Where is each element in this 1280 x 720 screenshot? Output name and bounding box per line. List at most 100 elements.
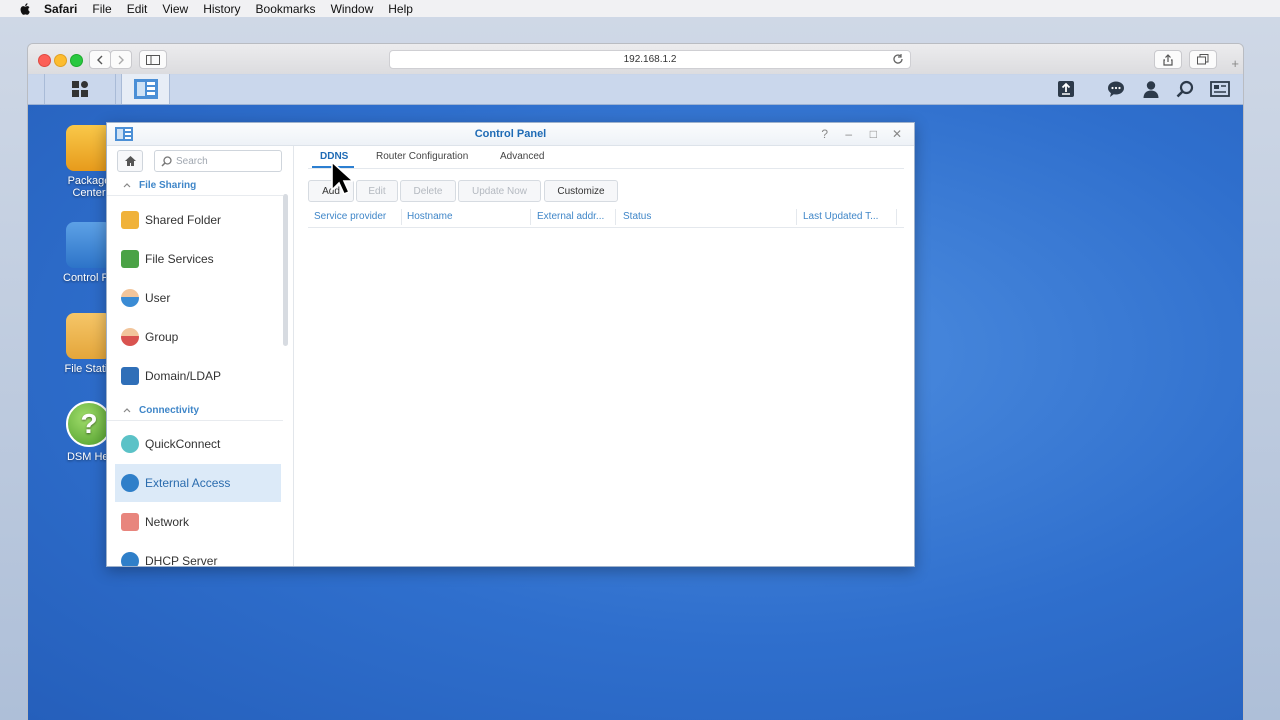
mouse-cursor-icon xyxy=(331,161,353,195)
sidebar-item-quickconnect[interactable]: QuickConnect xyxy=(115,425,281,463)
apple-icon[interactable] xyxy=(17,2,33,15)
search-input[interactable]: Search xyxy=(154,150,282,172)
sidebar-item-file-services[interactable]: File Services xyxy=(115,240,281,278)
back-button[interactable] xyxy=(89,50,111,69)
menu-edit[interactable]: Edit xyxy=(127,2,148,16)
menu-app-name[interactable]: Safari xyxy=(44,2,77,16)
menu-help[interactable]: Help xyxy=(388,2,413,16)
file-services-icon xyxy=(121,250,139,268)
sidebar-item-label: Group xyxy=(145,330,179,344)
globe-icon xyxy=(121,474,139,492)
column-status[interactable]: Status xyxy=(623,211,651,222)
sidebar-item-dhcp-server[interactable]: DHCP Server xyxy=(115,542,281,566)
network-icon xyxy=(121,513,139,531)
sidebar-toggle-button[interactable] xyxy=(139,50,167,69)
desktop-icon-label: DSM Hel xyxy=(66,451,111,463)
chat-icon[interactable] xyxy=(1107,80,1125,98)
desktop-icon-label: Package Center xyxy=(67,175,111,199)
section-label: File Sharing xyxy=(139,179,197,191)
window-minimize-icon[interactable]: – xyxy=(845,123,852,145)
forward-button[interactable] xyxy=(110,50,132,69)
section-connectivity[interactable]: Connectivity xyxy=(107,400,283,421)
tab-advanced[interactable]: Advanced xyxy=(500,151,544,162)
menu-window[interactable]: Window xyxy=(331,2,374,16)
control-panel-icon xyxy=(115,127,133,141)
section-file-sharing[interactable]: File Sharing xyxy=(107,175,283,196)
menu-file[interactable]: File xyxy=(92,2,111,16)
user-icon xyxy=(121,289,139,307)
search-placeholder: Search xyxy=(176,155,208,167)
dhcp-server-icon xyxy=(121,552,139,566)
column-last-updated[interactable]: Last Updated T... xyxy=(803,211,878,222)
search-icon xyxy=(161,155,172,167)
tabs-overview-button[interactable] xyxy=(1189,50,1217,69)
sidebar-item-shared-folder[interactable]: Shared Folder xyxy=(115,201,281,239)
control-panel-titlebar[interactable]: Control Panel ? – □ ✕ xyxy=(107,123,914,146)
sidebar-item-label: DHCP Server xyxy=(145,554,218,566)
taskbar-control-panel[interactable] xyxy=(121,74,170,104)
window-maximize-icon[interactable]: □ xyxy=(870,123,877,145)
shared-folder-icon xyxy=(121,211,139,229)
sidebar-scrollbar[interactable] xyxy=(283,194,288,346)
search-icon[interactable] xyxy=(1176,80,1194,98)
chevron-up-icon xyxy=(123,408,131,413)
sidebar-item-external-access[interactable]: External Access xyxy=(115,464,281,502)
sidebar-item-network[interactable]: Network xyxy=(115,503,281,541)
window-title: Control Panel xyxy=(474,128,547,140)
chevron-left-icon xyxy=(97,55,103,64)
close-window-button[interactable] xyxy=(38,54,51,67)
column-hostname[interactable]: Hostname xyxy=(407,211,453,222)
tab-router-configuration[interactable]: Router Configuration xyxy=(376,151,468,162)
column-divider xyxy=(401,209,402,225)
window-close-icon[interactable]: ✕ xyxy=(892,123,902,145)
menu-view[interactable]: View xyxy=(162,2,188,16)
sidebar-item-label: File Services xyxy=(145,252,214,266)
menu-history[interactable]: History xyxy=(203,2,240,16)
sidebar-item-label: Network xyxy=(145,515,190,529)
customize-button[interactable]: Customize xyxy=(544,180,618,202)
reload-icon[interactable] xyxy=(892,53,904,65)
tab-bar: DDNS Router Configuration Advanced xyxy=(308,146,904,169)
url-text: 192.168.1.2 xyxy=(623,54,677,65)
column-divider xyxy=(796,209,797,225)
window-help-icon[interactable]: ? xyxy=(821,123,828,145)
chevron-up-icon xyxy=(123,183,131,188)
dsm-taskbar xyxy=(28,74,1243,105)
column-divider xyxy=(530,209,531,225)
sidebar-item-label: External Access xyxy=(145,476,231,490)
sidebar-item-label: Shared Folder xyxy=(145,213,222,227)
chevron-right-icon xyxy=(118,55,124,64)
grid-menu-icon xyxy=(72,81,88,97)
user-icon[interactable] xyxy=(1142,80,1160,98)
sidebar-item-group[interactable]: Group xyxy=(115,318,281,356)
section-label: Connectivity xyxy=(139,404,200,416)
update-now-button[interactable]: Update Now xyxy=(458,180,541,202)
delete-button[interactable]: Delete xyxy=(400,180,456,202)
new-tab-plus-icon[interactable]: + xyxy=(1231,56,1239,71)
sidebar-icon xyxy=(146,54,160,65)
upload-icon[interactable] xyxy=(1057,80,1075,98)
address-bar[interactable]: 192.168.1.2 xyxy=(389,50,911,69)
zoom-window-button[interactable] xyxy=(70,54,83,67)
control-panel-window: Control Panel ? – □ ✕ Search File Sharin… xyxy=(106,122,915,567)
sidebar-item-label: QuickConnect xyxy=(145,437,221,451)
tabs-icon xyxy=(1197,54,1209,65)
sidebar-item-domain-ldap[interactable]: Domain/LDAP xyxy=(115,357,281,395)
share-button[interactable] xyxy=(1154,50,1182,69)
minimize-window-button[interactable] xyxy=(54,54,67,67)
control-panel-main: DDNS Router Configuration Advanced Add E… xyxy=(294,146,914,566)
column-service-provider[interactable]: Service provider xyxy=(314,211,386,222)
menu-bookmarks[interactable]: Bookmarks xyxy=(256,2,316,16)
home-button[interactable] xyxy=(117,150,143,172)
sidebar-item-label: User xyxy=(145,291,171,305)
edit-button[interactable]: Edit xyxy=(356,180,398,202)
home-icon xyxy=(124,156,136,166)
sidebar-item-user[interactable]: User xyxy=(115,279,281,317)
safari-window: 192.168.1.2 + Package Center Control Pa … xyxy=(28,44,1243,720)
group-icon xyxy=(121,328,139,346)
column-external-address[interactable]: External addr... xyxy=(537,211,604,222)
share-icon xyxy=(1163,53,1173,66)
quickconnect-icon xyxy=(121,435,139,453)
main-menu-button[interactable] xyxy=(44,74,116,104)
widgets-icon[interactable] xyxy=(1210,80,1230,98)
